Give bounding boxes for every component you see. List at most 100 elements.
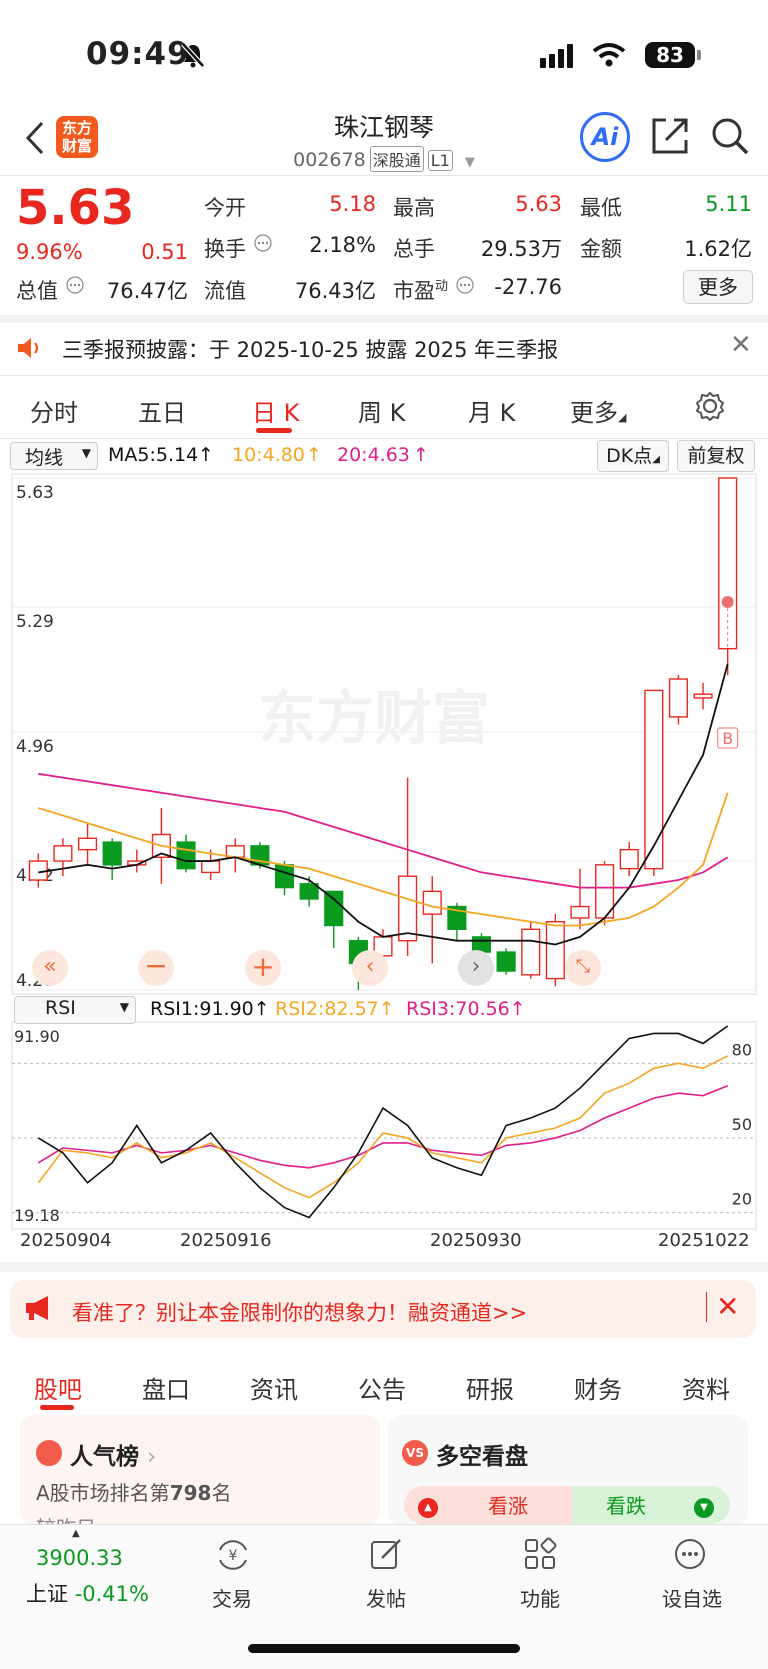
volume-value: 29.53万: [480, 237, 562, 261]
candle-body: [176, 841, 196, 870]
ma-select-label: 均线: [25, 447, 64, 469]
active-tab-indicator: [256, 428, 292, 433]
date-tick: 20250930: [430, 1230, 522, 1251]
zoom-out-button[interactable]: −: [138, 950, 174, 986]
popularity-title-text: 人气榜: [70, 1444, 139, 1470]
info-icon[interactable]: [254, 234, 272, 252]
current-price: 5.63: [16, 180, 135, 236]
ma-select[interactable]: 均线 ▼: [10, 442, 98, 470]
price-change: 0.51: [141, 240, 188, 264]
turnover-label: 换手: [204, 237, 246, 261]
scroll-left-button[interactable]: ‹: [352, 950, 388, 986]
index-value[interactable]: 3900.33: [36, 1546, 123, 1570]
rsi3-readout: RSI3:70.56↑: [406, 998, 526, 1020]
zoom-in-button[interactable]: +: [245, 950, 281, 986]
rsi3-text: RSI3:70.56: [406, 998, 510, 1020]
trade-icon[interactable]: ¥: [214, 1536, 252, 1574]
scroll-right-button[interactable]: ›: [458, 950, 494, 986]
indicator-select[interactable]: RSI ▼: [14, 996, 136, 1024]
expand-up-icon[interactable]: ▲: [72, 1528, 80, 1539]
tab-monthly-k[interactable]: 月 K: [468, 393, 515, 428]
turnover-value: 2.18%: [309, 233, 376, 257]
search-icon[interactable]: [710, 116, 750, 156]
fullscreen-button[interactable]: ⤡: [565, 950, 601, 986]
candle-body: [668, 678, 689, 718]
mute-bell-icon: [181, 42, 205, 68]
tab-orderbook[interactable]: 盘口: [142, 1370, 190, 1405]
tab-research[interactable]: 研报: [466, 1370, 514, 1405]
index-ticker[interactable]: 上证 -0.41%: [26, 1578, 149, 1608]
tab-announcements[interactable]: 公告: [358, 1370, 406, 1405]
candle-body: [274, 864, 295, 889]
candle-body: [201, 860, 221, 874]
bull-arrow-icon: ▲: [418, 1498, 438, 1518]
promo-divider: [706, 1292, 707, 1322]
promo-text[interactable]: 看准了？别让本金限制你的想象力！融资通道>>: [72, 1297, 527, 1327]
ma5-readout: MA5:5.14: [108, 444, 199, 466]
share-icon[interactable]: [650, 116, 690, 156]
y-tick-label: 4.96: [16, 737, 54, 757]
pct-change: 9.96%: [16, 240, 83, 264]
hk-connect-tag: 深股通: [369, 146, 424, 172]
rsi3-line: [37, 1084, 728, 1169]
nav-trade[interactable]: 交易: [212, 1583, 252, 1612]
up-arrow-icon: ↑: [198, 444, 214, 466]
corner-arrow-icon: ◢: [652, 454, 660, 465]
tab-more[interactable]: 更多◢: [570, 393, 626, 428]
tab-forum[interactable]: 股吧: [34, 1370, 82, 1405]
ai-button[interactable]: Ai: [580, 112, 630, 162]
tab-intraday[interactable]: 分时: [30, 393, 78, 428]
vs-icon: VS: [402, 1440, 428, 1466]
nav-post[interactable]: 发帖: [366, 1583, 406, 1612]
y-tick-label: 5.29: [16, 612, 54, 632]
tab-profile[interactable]: 资料: [682, 1370, 730, 1405]
candle-body: [570, 905, 590, 919]
stock-code: 002678: [293, 149, 366, 171]
earnings-notice[interactable]: 三季报预披露：于 2025-10-25 披露 2025 年三季报: [62, 334, 558, 364]
candle-body: [718, 477, 738, 650]
scroll-start-button[interactable]: «: [32, 950, 68, 986]
info-icon[interactable]: [456, 276, 474, 294]
nav-function[interactable]: 功能: [520, 1583, 560, 1612]
notice-close-icon[interactable]: ✕: [730, 330, 752, 360]
candle-body: [644, 689, 664, 870]
rank-number: 798: [169, 1481, 212, 1505]
tab-financials[interactable]: 财务: [574, 1370, 622, 1405]
dk-point-select[interactable]: DK点◢: [597, 440, 669, 472]
home-indicator: [248, 1644, 520, 1653]
low-label: 最低: [580, 196, 622, 220]
add-watchlist-icon[interactable]: [672, 1536, 708, 1572]
info-icon[interactable]: [66, 276, 84, 294]
adjust-select[interactable]: 前复权: [677, 440, 755, 472]
promo-close-icon[interactable]: ✕: [716, 1290, 739, 1323]
speaker-icon: [18, 338, 39, 358]
date-tick: 20251022: [658, 1230, 750, 1251]
tab-weekly-k[interactable]: 周 K: [358, 393, 405, 428]
pe-sup: 动: [435, 279, 449, 294]
candle-body: [102, 841, 122, 866]
tab-five-day[interactable]: 五日: [138, 393, 186, 428]
candle-body: [324, 890, 344, 927]
bull-bear-title: 多空看盘: [436, 1444, 528, 1470]
function-grid-icon[interactable]: [522, 1536, 558, 1572]
tab-news[interactable]: 资讯: [250, 1370, 298, 1405]
index-change: -0.41%: [74, 1582, 149, 1606]
dropdown-arrow-icon: ▼: [464, 155, 475, 170]
more-quote-button[interactable]: 更多: [683, 270, 753, 304]
kline-chart[interactable]: 东方财富 5.635.294.964.624.28 B 805020 91.90…: [0, 470, 768, 1230]
settings-gear-icon[interactable]: [694, 390, 726, 422]
rsi-max-label: 91.90: [14, 1027, 60, 1046]
select-arrow-icon: ▼: [119, 1000, 129, 1014]
nav-watchlist[interactable]: 设自选: [662, 1583, 722, 1612]
volume-label: 总手: [393, 237, 435, 261]
post-edit-icon[interactable]: [368, 1536, 404, 1572]
rsi-right-tick: 20: [732, 1190, 752, 1209]
rsi1-line: [37, 1025, 729, 1219]
amount-label: 金额: [580, 237, 622, 261]
megaphone-icon: [26, 1296, 48, 1320]
up-arrow-icon: ↑: [306, 444, 322, 466]
buy-marker-label: B: [722, 729, 733, 748]
ma20-line: [38, 772, 729, 889]
open-value: 5.18: [329, 192, 376, 216]
tab-daily-k[interactable]: 日 K: [252, 393, 299, 428]
